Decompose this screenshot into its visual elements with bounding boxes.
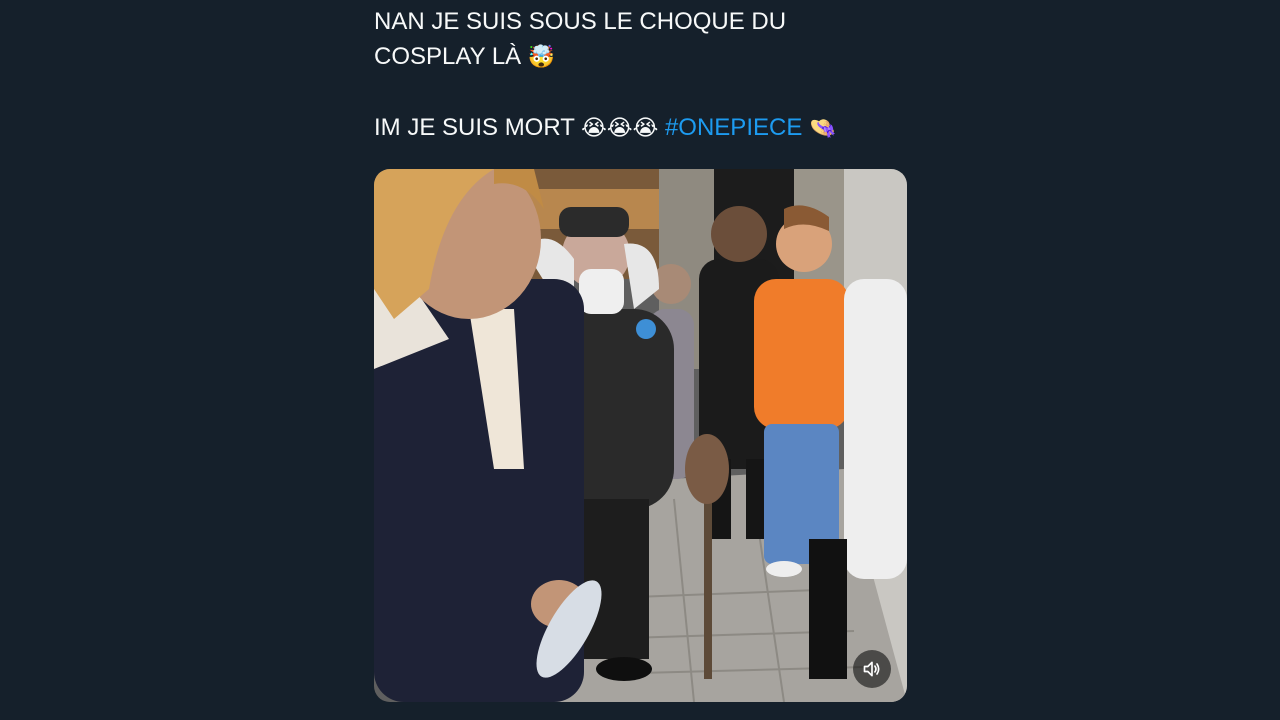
tweet-line-2-text: COSPLAY LÀ xyxy=(374,43,522,70)
tweet: NAN JE SUIS SOUS LE CHOQUE DU COSPLAY LÀ… xyxy=(374,0,908,146)
tweet-line-1: NAN JE SUIS SOUS LE CHOQUE DU xyxy=(374,8,787,35)
crying-face-emoji-icon: 😭😭😭 xyxy=(581,116,659,141)
tweet-text: NAN JE SUIS SOUS LE CHOQUE DU COSPLAY LÀ… xyxy=(374,4,908,146)
speaker-icon xyxy=(863,661,880,677)
straw-hat-emoji-icon: 👒 xyxy=(809,116,837,141)
exploding-head-emoji-icon: 🤯 xyxy=(527,45,556,70)
hashtag-link[interactable]: #ONEPIECE xyxy=(665,114,802,141)
video-player[interactable] xyxy=(374,169,907,702)
tweet-line-3-text: IM JE SUIS MORT xyxy=(374,114,575,141)
volume-button[interactable] xyxy=(853,650,891,688)
tweet-line-2: COSPLAY LÀ 🤯 xyxy=(374,39,908,75)
video-frame xyxy=(374,169,907,702)
tweet-line-3: IM JE SUIS MORT 😭😭😭 #ONEPIECE 👒 xyxy=(374,110,908,146)
